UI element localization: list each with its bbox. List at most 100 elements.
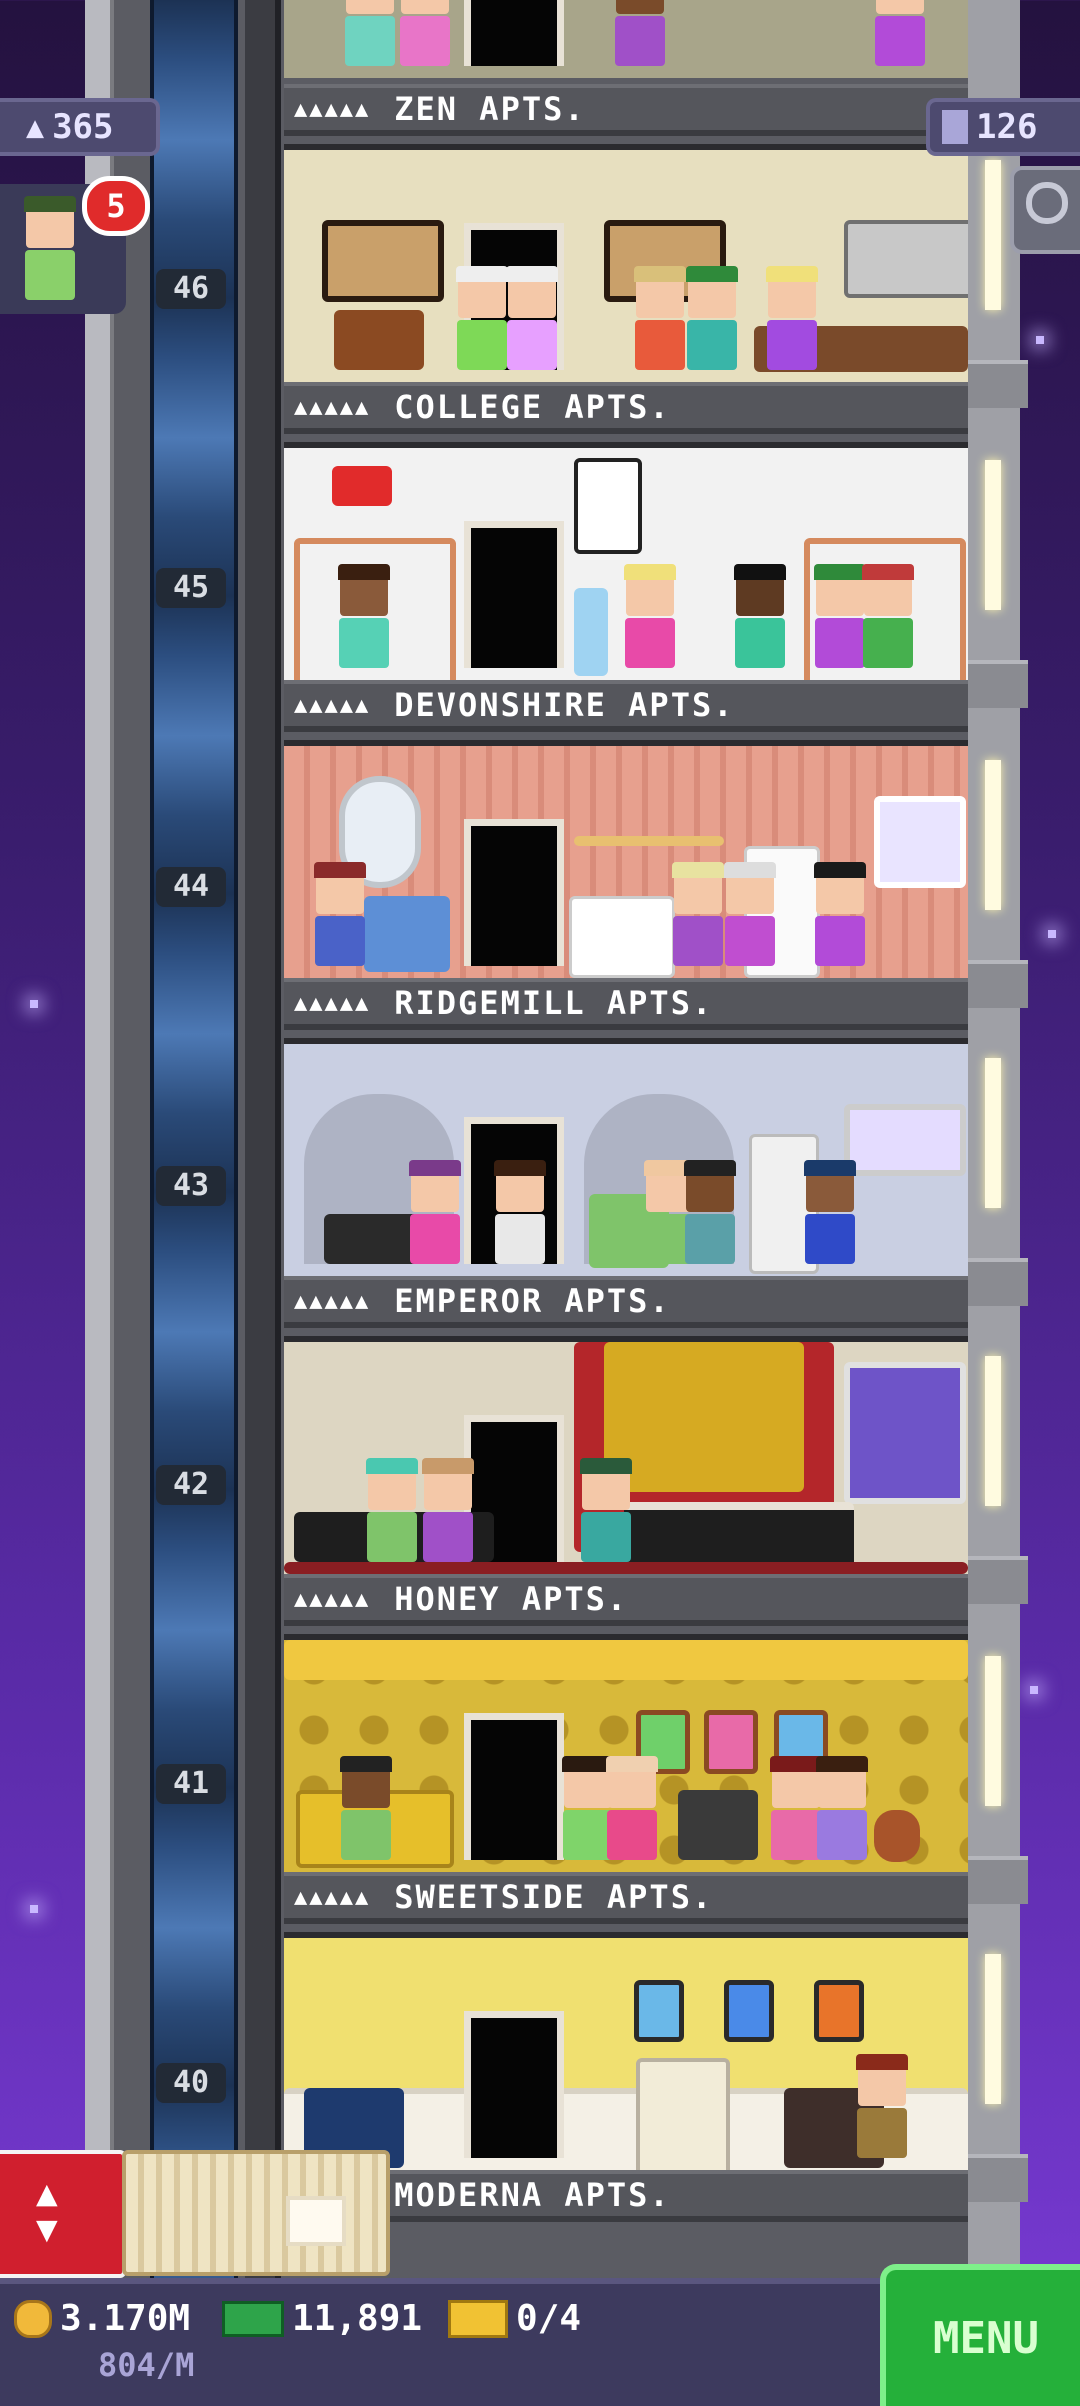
wall-light xyxy=(985,460,1001,610)
apartment-door xyxy=(464,819,564,966)
floor-room-honey[interactable] xyxy=(284,1336,968,1574)
elevator-button[interactable]: ▲ ▼ xyxy=(0,2150,126,2278)
shelf xyxy=(574,836,724,846)
dresser xyxy=(334,310,424,370)
kitchen-cabinet xyxy=(844,220,968,298)
coins-value: 3.170M xyxy=(60,2298,191,2339)
bitizen[interactable] xyxy=(856,2054,908,2160)
floor-room-moderna[interactable] xyxy=(284,1932,968,2170)
search-button[interactable] xyxy=(1010,166,1080,254)
bitizen[interactable] xyxy=(338,564,390,670)
bitizen[interactable] xyxy=(874,0,926,68)
bitizen[interactable] xyxy=(816,1756,868,1862)
floor-room-emperor[interactable] xyxy=(284,1038,968,1276)
apartment-door xyxy=(464,0,564,66)
bitizen[interactable] xyxy=(734,564,786,670)
tower-rail xyxy=(85,0,114,2400)
bitizen[interactable] xyxy=(506,266,558,372)
bitizen[interactable] xyxy=(814,862,866,968)
bitizen[interactable] xyxy=(766,266,818,372)
menu-button[interactable]: MENU xyxy=(880,2264,1080,2406)
bitizen[interactable] xyxy=(624,564,676,670)
bitizen[interactable] xyxy=(684,1160,736,1266)
floor-number: 44 xyxy=(156,867,226,907)
shaft-edge xyxy=(245,0,281,2400)
coins-stat: 3.170M xyxy=(14,2298,190,2339)
poster xyxy=(574,458,642,554)
resident-dots: ▲▲▲▲▲ xyxy=(294,96,371,122)
armchair xyxy=(364,896,450,972)
floor-label-bar[interactable]: ▲▲▲▲▲ ZEN APTS. xyxy=(284,84,968,136)
floor-room-devonshire[interactable] xyxy=(284,442,968,680)
apartment-door xyxy=(464,1713,564,1860)
bitizen[interactable] xyxy=(409,1160,461,1266)
bux-bill-icon xyxy=(222,2300,284,2337)
floor-label-bar[interactable]: ▲▲▲▲▲ SWEETSIDE APTS. xyxy=(284,1872,968,1924)
bitizen[interactable] xyxy=(814,564,866,670)
resident-dots: ▲▲▲▲▲ xyxy=(294,394,371,420)
floor-number: 43 xyxy=(156,1166,226,1206)
bitizen[interactable] xyxy=(344,0,396,68)
window xyxy=(874,796,966,888)
bitizen[interactable] xyxy=(422,1458,474,1564)
bitizen[interactable] xyxy=(340,1756,392,1862)
floor-number: 42 xyxy=(156,1465,226,1505)
floor-room-zen[interactable] xyxy=(284,0,968,78)
star xyxy=(30,1000,38,1008)
picture-frame xyxy=(814,1980,864,2042)
kitchen-counter xyxy=(569,896,675,978)
wall-light xyxy=(985,1058,1001,1208)
bitizen[interactable] xyxy=(686,266,738,372)
bitizen[interactable] xyxy=(724,862,776,968)
coin-rate: 804/M xyxy=(98,2346,195,2384)
bitizen[interactable] xyxy=(580,1458,632,1564)
bitizen[interactable] xyxy=(456,266,508,372)
tower-ledge xyxy=(968,1856,1028,1904)
floor-name: DEVONSHIRE APTS. xyxy=(394,686,735,724)
bitizen[interactable] xyxy=(804,1160,856,1266)
floor-name: ZEN APTS. xyxy=(394,90,586,128)
picture-frame xyxy=(634,1980,684,2042)
coin-icon xyxy=(14,2299,52,2338)
star xyxy=(1036,336,1044,344)
bed xyxy=(624,1502,854,1570)
tickets-stat: 0/4 xyxy=(448,2298,581,2339)
bitizen[interactable] xyxy=(494,1160,546,1266)
floor-label-bar[interactable]: ▲▲▲▲▲ RIDGEMILL APTS. xyxy=(284,978,968,1030)
building-icon xyxy=(942,110,968,144)
up-down-arrows-icon: ▲ ▼ xyxy=(36,2173,58,2250)
resident-dots: ▲▲▲▲▲ xyxy=(294,1288,371,1314)
floor-name: RIDGEMILL APTS. xyxy=(394,984,714,1022)
bitizen[interactable] xyxy=(399,0,451,68)
resident-dots: ▲▲▲▲▲ xyxy=(294,990,371,1016)
floor-label-bar[interactable]: ▲▲▲▲▲ HONEY APTS. xyxy=(284,1574,968,1626)
bitizen[interactable] xyxy=(770,1756,822,1862)
wall-light xyxy=(985,760,1001,910)
floor-label-bar[interactable]: ▲▲▲▲▲ EMPEROR APTS. xyxy=(284,1276,968,1328)
wall-light xyxy=(985,1954,1001,2104)
bitizen[interactable] xyxy=(606,1756,658,1862)
floor-room-sweetside[interactable] xyxy=(284,1634,968,1872)
bitizen[interactable] xyxy=(366,1458,418,1564)
notification-badge: 5 xyxy=(82,176,150,236)
floor-number: 46 xyxy=(156,269,226,309)
floor-room-college[interactable] xyxy=(284,144,968,382)
honey-drip xyxy=(284,1640,968,1680)
floor-label-bar[interactable]: ▲▲▲▲▲ COLLEGE APTS. xyxy=(284,382,968,434)
floor-counter[interactable]: 126 xyxy=(926,98,1080,156)
floor-number: 40 xyxy=(156,2063,226,2103)
population-counter[interactable]: ▲ 365 xyxy=(0,98,160,156)
wall-light xyxy=(985,1656,1001,1806)
bitizen[interactable] xyxy=(314,862,366,968)
apartment-door xyxy=(464,521,564,668)
bitizen-bar[interactable] xyxy=(122,2150,390,2276)
floor-room-ridgemill[interactable] xyxy=(284,740,968,978)
bitizen[interactable] xyxy=(862,564,914,670)
floor-label-bar[interactable]: ▲▲▲▲▲ DEVONSHIRE APTS. xyxy=(284,680,968,732)
resident-dots: ▲▲▲▲▲ xyxy=(294,1884,371,1910)
pennant xyxy=(332,466,392,506)
bitizen[interactable] xyxy=(614,0,666,68)
bitizen[interactable] xyxy=(634,266,686,372)
bitizen[interactable] xyxy=(672,862,724,968)
arcade-cabinet xyxy=(636,2058,730,2170)
